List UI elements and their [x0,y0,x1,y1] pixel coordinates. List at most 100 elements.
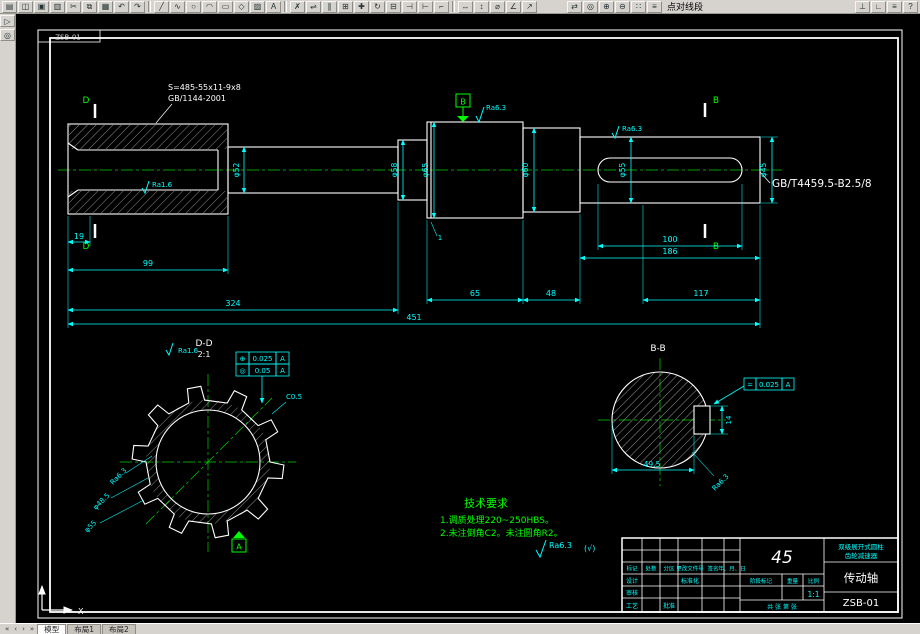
dd-roughness-check [165,342,174,357]
tab-layout1[interactable]: 布局1 [67,624,101,634]
redo-icon[interactable]: ↷ [130,0,145,13]
zoom-out-icon[interactable]: ⊖ [615,0,630,13]
dd-tol2-val: 0.05 [255,367,271,375]
tb-row-std: 标准化 [681,577,699,585]
tab-model[interactable]: 模型 [37,624,67,634]
tb-col-sign: 签名 [707,565,718,573]
tb-col-mark: 标记 [626,565,638,573]
dd-tol1-ref: A [280,355,285,363]
draw-rectangle-icon[interactable]: ▭ [218,0,233,13]
tb-stage-label: 阶段标记 [750,577,773,585]
copy-icon[interactable]: ⧉ [82,0,97,13]
osnap-icon[interactable]: ⊥ [855,0,870,13]
trim-icon[interactable]: ⊣ [402,0,417,13]
dim-radius-icon[interactable]: ⌀ [490,0,505,13]
fillet-icon[interactable]: ⌐ [434,0,449,13]
drawing-canvas[interactable]: ZSB-01 D D B B B S=485-55x11-9x8 GB/1144… [16,14,920,623]
distance-icon[interactable]: ∷ [631,0,646,13]
extend-icon[interactable]: ⊢ [418,0,433,13]
tb-scale-value: 1:1 [807,590,819,599]
erase-icon[interactable]: ✗ [290,0,305,13]
spline-note: S=485-55x11-9x8 GB/1144-2001 [155,83,241,124]
draw-line-icon[interactable]: ╱ [154,0,169,13]
dd-roughness-label: Ra1.6 [178,347,199,355]
tb-unit-line1: 双级展开式圆柱 [838,542,884,551]
global-roughness-value: Ra6.3 [549,541,572,550]
dd-tol2-ref: A [280,367,285,375]
dimension-texts: 19 99 324 451 65 48 117 186 100 1 φ52 φ5… [74,163,768,322]
datum-b-symbol: B [455,93,471,122]
draw-circle-icon[interactable]: ○ [186,0,201,13]
open-file-icon[interactable]: ◫ [18,0,33,13]
draw-arc-icon[interactable]: ◠ [202,0,217,13]
scale-icon[interactable]: ⊟ [386,0,401,13]
tb-row-process: 工艺 [626,602,638,610]
dim-len65: 65 [470,289,480,298]
section-bb-view: B-B = 0.025 A 14 49.5 Ra6.3 [598,344,795,493]
global-roughness-suffix: (√) [584,544,595,553]
ortho-icon[interactable]: ∟ [871,0,886,13]
draw-polygon-icon[interactable]: ◇ [234,0,249,13]
bb-depth-dim: 49.5 [644,460,661,469]
tab-nav-prev-button[interactable]: ‹ [12,624,19,634]
dim-len451: 451 [406,313,421,322]
dd-chamfer-leader [271,401,287,415]
datum-b-letter: B [460,98,466,107]
new-file-icon[interactable]: ▤ [2,0,17,13]
tech-requirements: 技术要求 1.调质处理220~250HBS。 2.未注倒角C2。未注圆角R2。 [440,497,563,539]
frame-corner-label: ZSB-01 [55,34,80,42]
print-icon[interactable]: ▥ [50,0,65,13]
undo-icon[interactable]: ↶ [114,0,129,13]
dim-dia3: φ65 [421,163,430,178]
array-icon[interactable]: ⊞ [338,0,353,13]
dim-angle-icon[interactable]: ∠ [506,0,521,13]
dd-diagonal-leaders [99,455,153,524]
tab-nav-next-button[interactable]: › [20,624,27,634]
pointer-icon[interactable]: ▷ [0,15,15,27]
dd-diag3: φ55 [83,519,98,534]
zoom-window-icon[interactable]: ◎ [583,0,598,13]
shaft-main-view: D D B B B S=485-55x11-9x8 GB/1144-2001 G… [58,83,872,328]
move-icon[interactable]: ✚ [354,0,369,13]
spline-note-line2: GB/1144-2001 [168,94,226,103]
zoom-in-icon[interactable]: ⊕ [599,0,614,13]
mirror-icon[interactable]: ⇌ [306,0,321,13]
pan-icon[interactable]: ⇄ [567,0,582,13]
dim-linear-icon[interactable]: ↔ [458,0,473,13]
hatch-icon[interactable]: ▨ [250,0,265,13]
tab-layout2[interactable]: 布局2 [102,624,136,634]
leader-icon[interactable]: ↗ [522,0,537,13]
section-bb-label: B-B [650,344,665,354]
text-icon[interactable]: A [266,0,281,13]
datum-a-symbol: A [231,531,247,553]
offset-icon[interactable]: ∥ [322,0,337,13]
section-d-letter-top: D [83,96,90,106]
bb-keyway-notch [693,405,711,435]
save-icon[interactable]: ▣ [34,0,49,13]
draw-polyline-icon[interactable]: ∿ [170,0,185,13]
tb-material: 45 [771,548,793,568]
cut-icon[interactable]: ✂ [66,0,81,13]
layers-icon[interactable]: ≡ [887,0,902,13]
toolbar-hint-label: 点对线段 [667,3,704,13]
dim-groove: 1 [438,234,442,242]
rotate-icon[interactable]: ↻ [370,0,385,13]
bb-tol-ref: A [786,381,791,389]
center-hole-note: GB/T4459.5-B2.5/8 [759,171,872,190]
tb-row-check: 审核 [626,589,638,597]
dim-vertical-icon[interactable]: ↕ [474,0,489,13]
list-icon[interactable]: ≡ [647,0,662,13]
zoom-tool-icon[interactable]: ◎ [0,29,15,41]
tb-unit-line2: 齿轮减速器 [845,551,878,560]
tab-nav-last-button[interactable]: » [28,624,36,634]
help-icon[interactable]: ? [903,0,918,13]
tab-nav-first-button[interactable]: « [3,624,11,634]
tb-row-design: 设计 [626,577,638,585]
top-toolbar: ▤ ◫ ▣ ▥ ✂ ⧉ ▦ ↶ ↷ ╱ ∿ ○ ◠ ▭ ◇ ▨ A ✗ ⇌ ∥ ⊞ ✚ ↻ ⊟ ⊣ ⊢ ⌐ ↔ ↕ ⌀ ∠ ↗ ⇄ ◎ ⊕ ⊖ ∷ ≡ 点对… [0,0,920,14]
tb-weight-label: 重量 [787,577,799,585]
dd-diag2: φ48.5 [92,492,112,512]
paste-icon[interactable]: ▦ [98,0,113,13]
tb-col-doc: 更改文件号 [676,565,704,573]
dim-len100: 100 [662,235,677,244]
dim-len19: 19 [74,232,84,241]
